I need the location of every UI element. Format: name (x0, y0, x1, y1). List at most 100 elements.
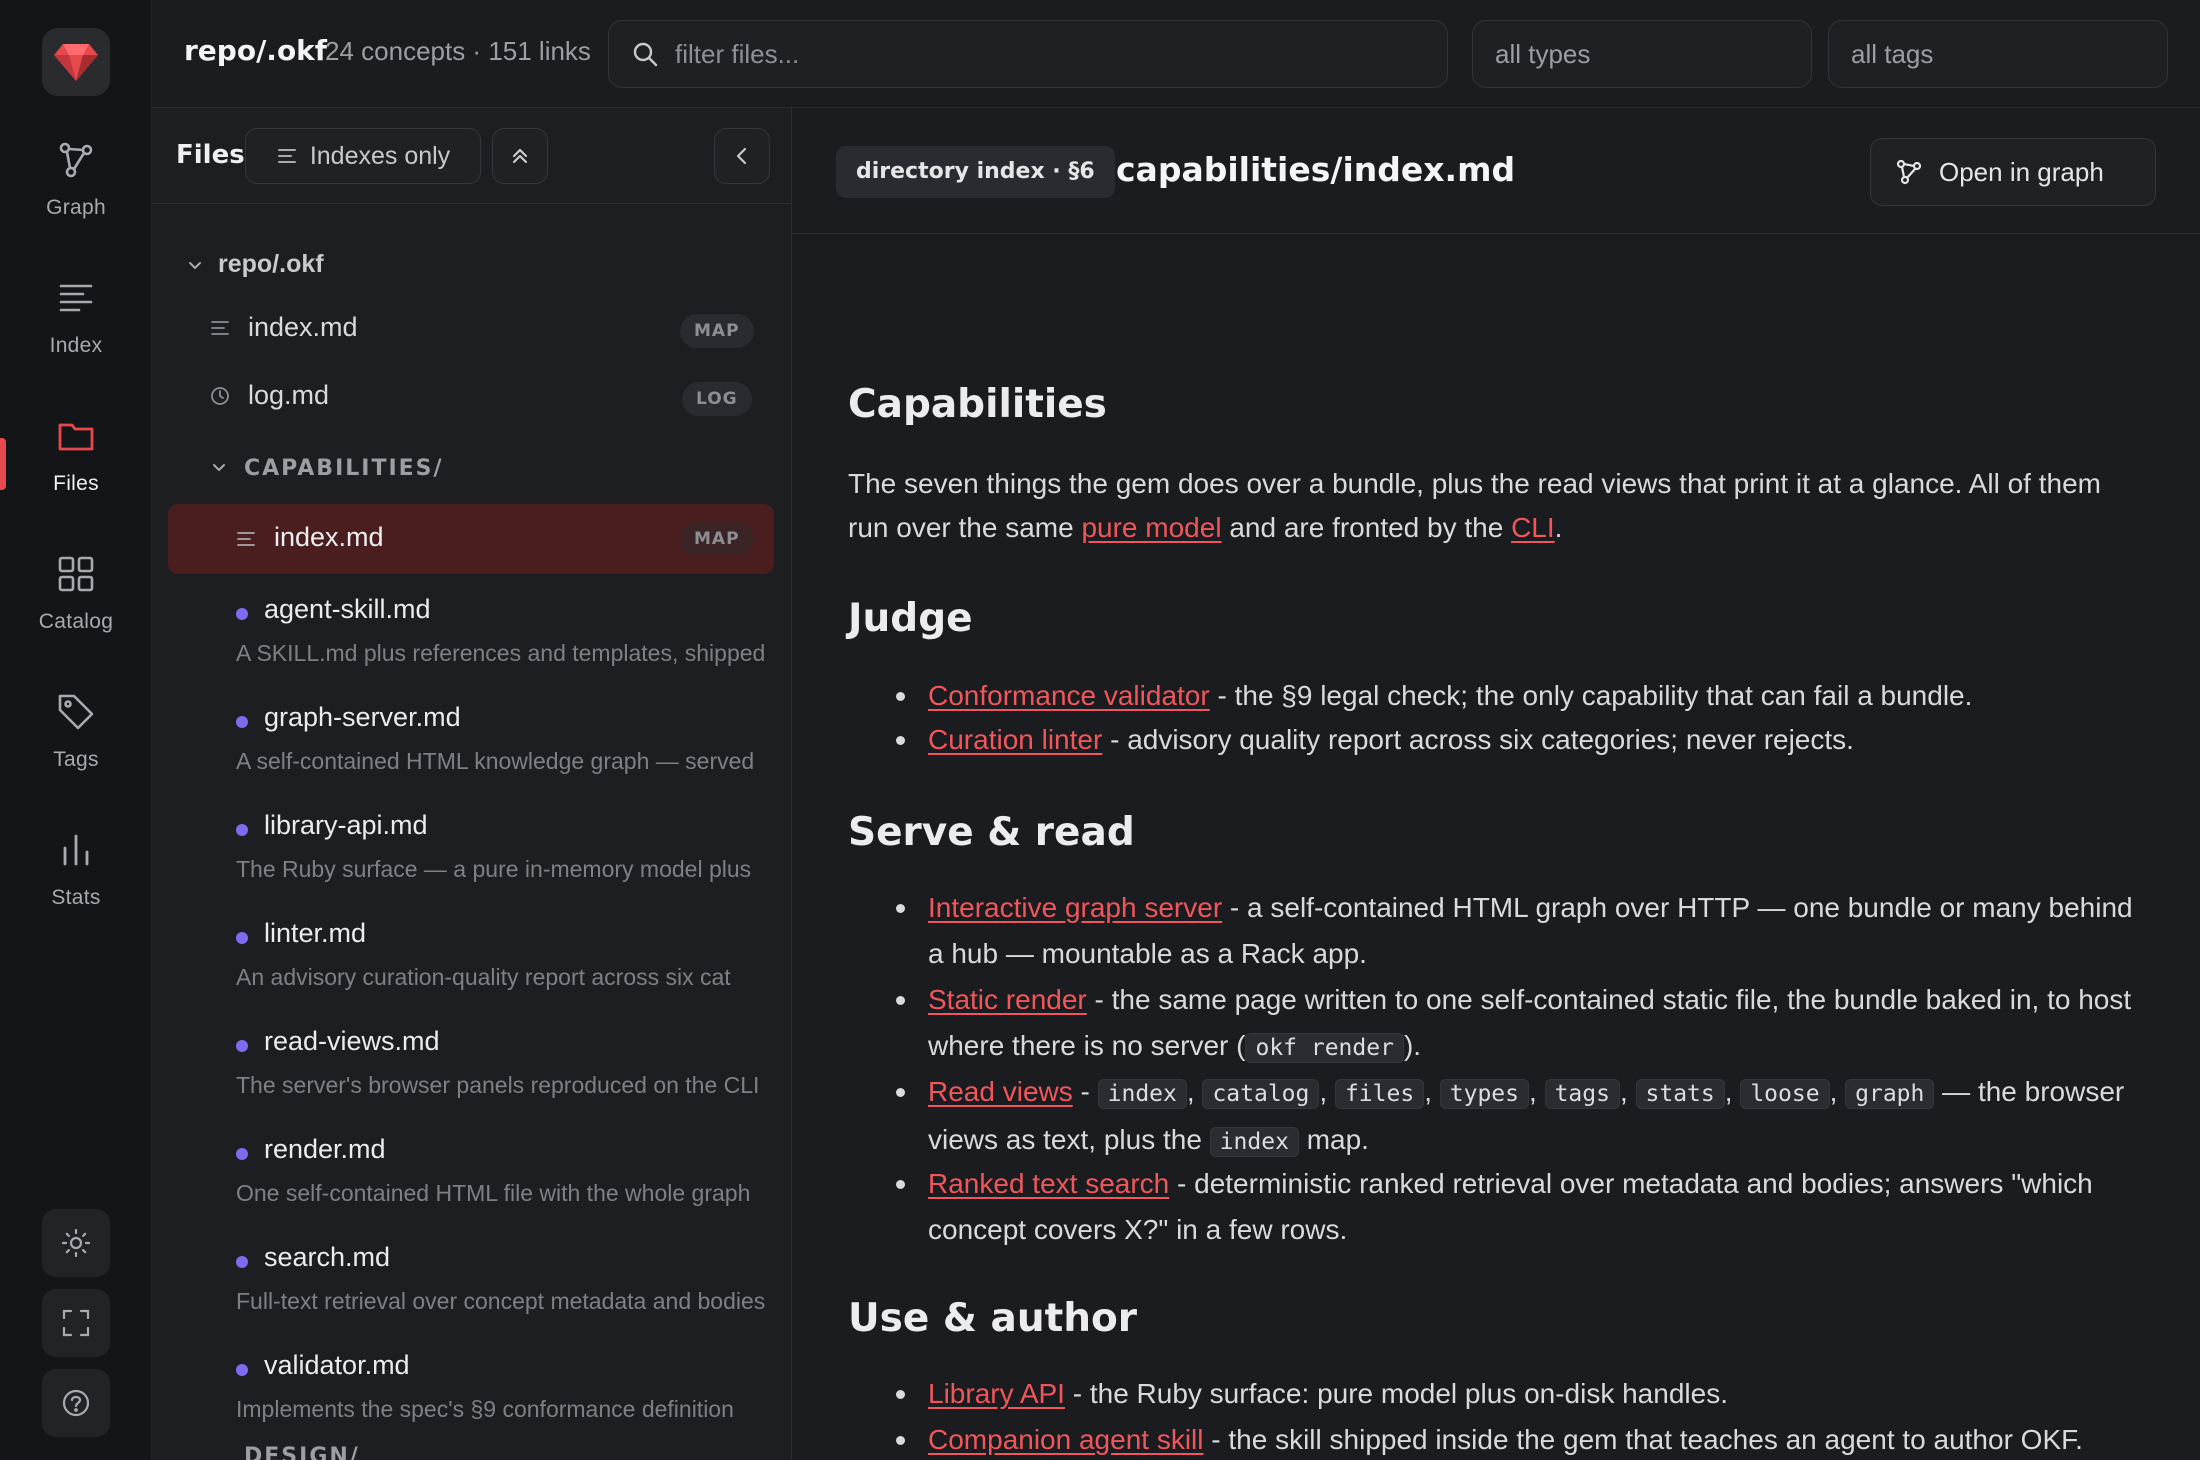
folder-icon (58, 423, 94, 451)
types-select[interactable]: all types (1472, 20, 1812, 88)
concept-name: agent-skill.md (264, 594, 431, 624)
list-item: Library API - the Ruby surface: pure mod… (928, 1371, 2148, 1417)
files-panel-title: Files (176, 140, 245, 170)
folder-capabilities[interactable]: CAPABILITIES/ (152, 446, 791, 490)
concept-row[interactable]: graph-server.md A self-contained HTML kn… (152, 692, 791, 792)
rail-item-catalog[interactable]: Catalog (0, 542, 152, 662)
chevron-down-icon (189, 262, 201, 270)
link-read-views[interactable]: Read views (928, 1076, 1073, 1107)
file-name: log.md (248, 380, 330, 410)
link-companion-agent-skill[interactable]: Companion agent skill (928, 1424, 1204, 1455)
file-row-log[interactable]: log.md LOG (152, 368, 791, 424)
concept-row[interactable]: library-api.md The Ruby surface — a pure… (152, 800, 791, 900)
link-curation-linter[interactable]: Curation linter (928, 724, 1102, 755)
file-badge: MAP (680, 314, 754, 348)
concept-dot (236, 608, 248, 620)
concept-row[interactable]: search.md Full-text retrieval over conce… (152, 1232, 791, 1332)
concept-desc: Full-text retrieval over concept metadat… (236, 1288, 766, 1314)
link-static-render[interactable]: Static render (928, 984, 1087, 1015)
concept-row[interactable]: validator.md Implements the spec's §9 co… (152, 1340, 791, 1440)
concept-desc: The Ruby surface — a pure in-memory mode… (236, 856, 752, 882)
item-text: - (1072, 1076, 1098, 1107)
concept-desc: One self-contained HTML file with the wh… (236, 1180, 751, 1206)
rail-item-files[interactable]: Files (0, 404, 152, 524)
open-in-graph-button[interactable]: Open in graph (1870, 138, 2156, 206)
content-header: directory index · §6 capabilities/index.… (792, 108, 2200, 234)
indexes-only-label: Indexes only (309, 141, 451, 170)
link-interactive-graph-server[interactable]: Interactive graph server (928, 892, 1222, 923)
file-row-index[interactable]: index.md MAP (152, 300, 791, 356)
item-text: - the Ruby surface: pure model plus on-d… (1064, 1378, 1728, 1409)
expand-icon (62, 1309, 90, 1337)
collapse-all-button[interactable] (492, 128, 548, 184)
inline-code: loose (1740, 1079, 1830, 1109)
heading-serve-read: Serve & read (848, 810, 1135, 855)
list-item: Conformance validator - the §9 legal che… (928, 673, 2148, 719)
heading-use-author: Use & author (848, 1296, 1138, 1341)
link-pure-model[interactable]: pure model (1081, 512, 1221, 543)
filter-search[interactable] (608, 20, 1448, 88)
theme-toggle-button[interactable] (42, 1209, 110, 1277)
repo-stats: 24 concepts · 151 links (325, 36, 591, 66)
concept-dot (236, 1256, 248, 1268)
tags-select[interactable]: all tags (1828, 20, 2168, 88)
concept-desc: A SKILL.md plus references and templates… (236, 640, 766, 666)
rail-item-index[interactable]: Index (0, 266, 152, 386)
concept-dot (236, 1148, 248, 1160)
content-panel: directory index · §6 capabilities/index.… (792, 108, 2200, 1460)
chevron-left-icon (736, 147, 747, 165)
fullscreen-button[interactable] (42, 1289, 110, 1357)
concept-row[interactable]: render.md One self-contained HTML file w… (152, 1124, 791, 1224)
filter-files-input[interactable] (675, 38, 1435, 70)
item-text: ). (1403, 1030, 1422, 1061)
bullet (896, 1436, 905, 1445)
link-cli[interactable]: CLI (1511, 512, 1555, 543)
folder-design[interactable]: DESIGN/ (152, 1444, 791, 1460)
folder-root[interactable]: repo/.okf (152, 244, 791, 288)
rail-item-graph[interactable]: Graph (0, 128, 152, 248)
rail-label: Stats (51, 886, 101, 909)
concept-row[interactable]: read-views.md The server's browser panel… (152, 1016, 791, 1116)
inline-code: stats (1635, 1079, 1725, 1109)
item-text: map. (1298, 1124, 1369, 1155)
item-text: - advisory quality report across six cat… (1102, 724, 1854, 755)
concept-desc: Implements the spec's §9 conformance def… (236, 1396, 734, 1422)
concept-dot (236, 1040, 248, 1052)
file-badge: LOG (682, 382, 752, 416)
rail-item-stats[interactable]: Stats (0, 818, 152, 938)
bullet (896, 1180, 905, 1189)
lines-icon (277, 149, 296, 163)
item-text: - the skill shipped inside the gem that … (1203, 1424, 2083, 1455)
app-logo[interactable] (42, 28, 110, 96)
bar-chart-icon (63, 834, 89, 866)
indexes-only-toggle[interactable]: Indexes only (245, 128, 481, 184)
concept-name: validator.md (264, 1350, 410, 1380)
files-panel: Files Indexes only repo/.okf index.md MA… (152, 108, 792, 1460)
lines-icon (211, 321, 229, 335)
rail-label: Tags (53, 748, 99, 771)
search-icon (633, 42, 658, 67)
files-panel-header: Files Indexes only (152, 108, 791, 204)
clock-icon (211, 387, 229, 405)
concept-row[interactable]: linter.md An advisory curation-quality r… (152, 908, 791, 1008)
inline-code: types (1439, 1079, 1529, 1109)
list-item: Companion agent skill - the skill shippe… (928, 1417, 2148, 1460)
help-button[interactable] (42, 1369, 110, 1437)
file-name: index.md (274, 522, 384, 552)
link-ranked-text-search[interactable]: Ranked text search (928, 1168, 1169, 1199)
rail-item-tags[interactable]: Tags (0, 680, 152, 800)
link-conformance-validator[interactable]: Conformance validator (928, 680, 1210, 711)
bullet (896, 736, 905, 745)
link-library-api[interactable]: Library API (928, 1378, 1065, 1409)
heading-capabilities: Capabilities (848, 382, 1107, 427)
concept-row[interactable]: agent-skill.md A SKILL.md plus reference… (152, 584, 791, 684)
list-item: Static render - the same page written to… (928, 977, 2148, 1071)
inline-code: graph (1845, 1079, 1935, 1109)
collapse-panel-button[interactable] (714, 128, 770, 184)
bullet (896, 996, 905, 1005)
list-item: Curation linter - advisory quality repor… (928, 717, 2148, 763)
inline-code: okf render (1245, 1033, 1404, 1063)
bullet (896, 1390, 905, 1399)
concept-desc: An advisory curation-quality report acro… (236, 964, 731, 990)
file-row-capabilities-index-selected[interactable]: index.md MAP (168, 504, 774, 574)
